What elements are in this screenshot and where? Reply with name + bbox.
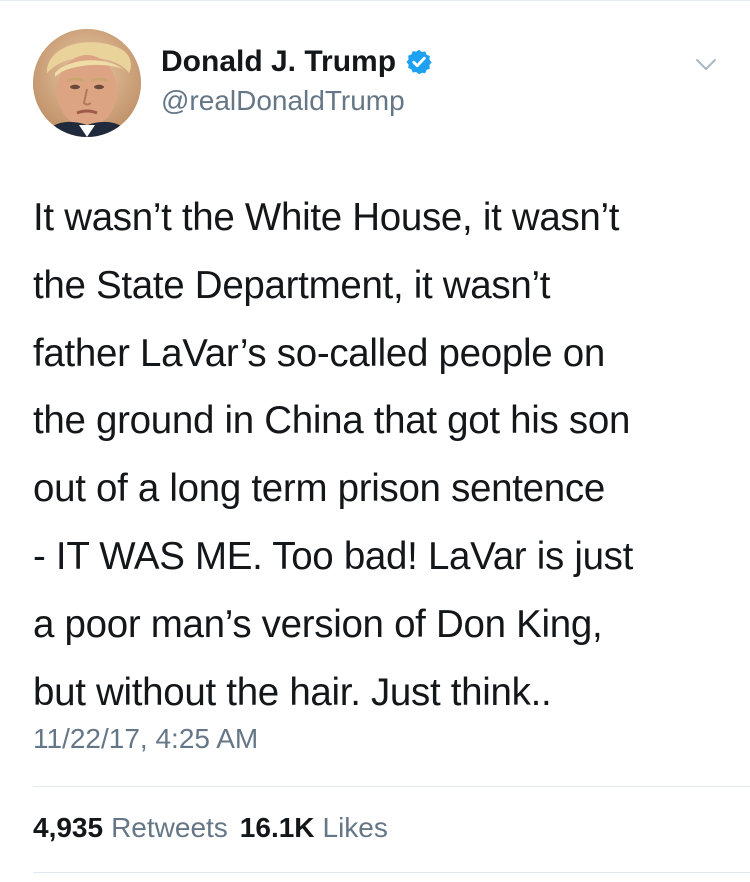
retweets-count: 4,935 [33,812,104,843]
avatar[interactable] [33,29,141,137]
tweet-stats: 4,935 Retweets 16.1K Likes [33,811,388,845]
tweet-text-line: It wasn’t the White House, it wasn’t [33,196,620,239]
tweet-text-line: but without the hair. Just think.. [33,670,552,714]
likes-label: Likes [322,812,388,843]
tweet-text-line: - IT WAS ME. Too bad! LaVar is just [33,534,634,578]
divider [33,872,750,873]
top-border [0,0,750,1]
likes-count: 16.1K [239,812,315,843]
likes-stat[interactable]: 16.1K Likes [240,811,388,845]
tweet-text: It wasn’t the White House, it wasn’t the… [33,184,733,726]
timestamp[interactable]: 11/22/17, 4:25 AM [33,722,258,756]
chevron-down-icon[interactable] [692,50,720,78]
verified-badge-icon [405,48,433,76]
tweet-text-line: a poor man’s version of Don King, [33,602,603,646]
retweets-stat[interactable]: 4,935 Retweets [33,811,228,845]
display-name-text: Donald J. Trump [161,45,397,78]
divider [33,786,750,787]
handle[interactable]: @realDonaldTrump [161,84,405,118]
retweets-label: Retweets [111,812,228,843]
tweet-text-line: the ground in China that got his son [33,399,631,443]
display-name[interactable]: Donald J. Trump [161,44,433,80]
profile-photo [33,29,141,137]
tweet-text-line: the State Department, it wasn’t [33,263,551,307]
tweet-text-line: father LaVar’s so-called people on [33,331,605,375]
tweet-text-line: out of a long term prison sentence [33,467,605,511]
